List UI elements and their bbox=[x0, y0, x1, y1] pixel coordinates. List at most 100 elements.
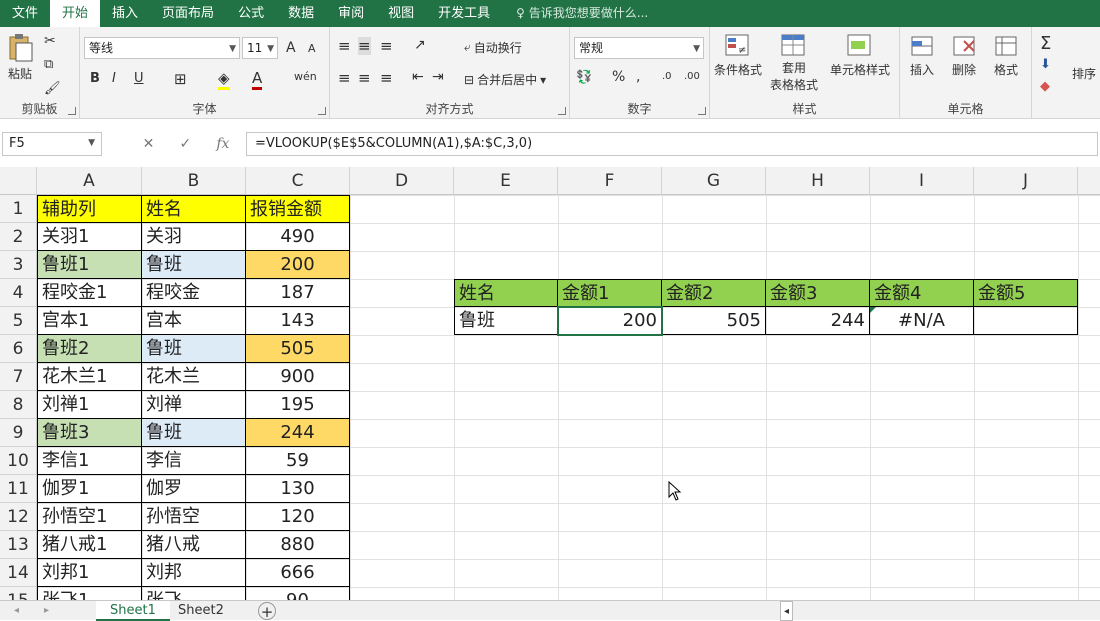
cell-c14[interactable]: 666 bbox=[246, 559, 350, 587]
sort-button[interactable]: 排序 bbox=[1072, 65, 1096, 82]
tab-data[interactable]: 数据 bbox=[276, 0, 326, 27]
cell-b3[interactable]: 鲁班 bbox=[142, 251, 246, 279]
cell-c4[interactable]: 187 bbox=[246, 279, 350, 307]
align-middle-icon[interactable]: ≡ bbox=[358, 37, 371, 55]
cell-a10[interactable]: 李信1 bbox=[37, 447, 142, 475]
cell-a1[interactable]: 辅助列 bbox=[37, 195, 142, 223]
bold-button[interactable]: B bbox=[90, 71, 100, 86]
cell-j5[interactable] bbox=[974, 307, 1078, 335]
tab-developer[interactable]: 开发工具 bbox=[426, 0, 502, 27]
accounting-icon[interactable]: 💱 bbox=[576, 70, 592, 85]
clipboard-launcher-icon[interactable] bbox=[68, 107, 76, 115]
column-header-k[interactable] bbox=[1078, 167, 1100, 195]
phonetic-icon[interactable]: wén bbox=[294, 70, 317, 83]
cell-c12[interactable]: 120 bbox=[246, 503, 350, 531]
cell-b4[interactable]: 程咬金 bbox=[142, 279, 246, 307]
cell-a2[interactable]: 关羽1 bbox=[37, 223, 142, 251]
cell-c8[interactable]: 195 bbox=[246, 391, 350, 419]
cell-b8[interactable]: 刘禅 bbox=[142, 391, 246, 419]
cancel-icon[interactable]: ✕ bbox=[143, 136, 155, 152]
cell-e5[interactable]: 鲁班 bbox=[454, 307, 558, 335]
column-header-b[interactable]: B bbox=[142, 167, 246, 195]
sheet-tab-sheet1[interactable]: Sheet1 bbox=[96, 601, 170, 621]
cell-a15[interactable]: 张飞1 bbox=[37, 587, 142, 600]
cell-f4[interactable]: 金额1 bbox=[558, 279, 662, 307]
copy-icon[interactable]: ⧉ bbox=[44, 57, 53, 72]
cell-b7[interactable]: 花木兰 bbox=[142, 363, 246, 391]
cell-b13[interactable]: 猪八戒 bbox=[142, 531, 246, 559]
cell-b11[interactable]: 伽罗 bbox=[142, 475, 246, 503]
cell-a8[interactable]: 刘禅1 bbox=[37, 391, 142, 419]
column-header-a[interactable]: A bbox=[37, 167, 142, 195]
tab-page-layout[interactable]: 页面布局 bbox=[150, 0, 226, 27]
cell-c6[interactable]: 505 bbox=[246, 335, 350, 363]
increase-decimal-icon[interactable]: .0 bbox=[662, 71, 672, 82]
row-header-8[interactable]: 8 bbox=[0, 391, 37, 419]
paste-button[interactable]: 粘贴 bbox=[6, 33, 34, 82]
align-bottom-icon[interactable]: ≡ bbox=[380, 37, 393, 55]
format-cells-button[interactable]: 格式 bbox=[992, 33, 1020, 78]
underline-button[interactable]: U bbox=[134, 71, 144, 86]
row-header-1[interactable]: 1 bbox=[0, 195, 37, 223]
cell-a4[interactable]: 程咬金1 bbox=[37, 279, 142, 307]
font-color-icon[interactable]: A bbox=[252, 69, 263, 90]
column-header-i[interactable]: I bbox=[870, 167, 974, 195]
row-header-7[interactable]: 7 bbox=[0, 363, 37, 391]
column-header-j[interactable]: J bbox=[974, 167, 1078, 195]
row-header-6[interactable]: 6 bbox=[0, 335, 37, 363]
column-header-c[interactable]: C bbox=[246, 167, 350, 195]
cell-b15[interactable]: 张飞 bbox=[142, 587, 246, 600]
cell-a3[interactable]: 鲁班1 bbox=[37, 251, 142, 279]
column-header-d[interactable]: D bbox=[350, 167, 454, 195]
cell-c15[interactable]: 90 bbox=[246, 587, 350, 600]
cell-i4[interactable]: 金额4 bbox=[870, 279, 974, 307]
cell-b5[interactable]: 宫本 bbox=[142, 307, 246, 335]
cell-j4[interactable]: 金额5 bbox=[974, 279, 1078, 307]
fill-color-icon[interactable]: ◈ bbox=[218, 69, 230, 90]
row-header-2[interactable]: 2 bbox=[0, 223, 37, 251]
insert-cells-button[interactable]: 插入 bbox=[908, 33, 936, 78]
worksheet-grid[interactable]: ABCDEFGHIJ123456789101112131415辅助列姓名报销金额… bbox=[0, 167, 1100, 600]
cell-c2[interactable]: 490 bbox=[246, 223, 350, 251]
conditional-format-button[interactable]: ≠ 条件格式 bbox=[714, 33, 762, 78]
cell-h5[interactable]: 244 bbox=[766, 307, 870, 335]
tell-me-box[interactable]: ♀ 告诉我您想要做什么... bbox=[502, 0, 660, 27]
cell-b2[interactable]: 关羽 bbox=[142, 223, 246, 251]
shrink-font-button[interactable]: A bbox=[308, 42, 316, 55]
decrease-decimal-icon[interactable]: .00 bbox=[684, 71, 700, 82]
cell-b1[interactable]: 姓名 bbox=[142, 195, 246, 223]
insert-function-button[interactable]: fx bbox=[216, 136, 229, 152]
cell-g4[interactable]: 金额2 bbox=[662, 279, 766, 307]
cell-c13[interactable]: 880 bbox=[246, 531, 350, 559]
cell-e4[interactable]: 姓名 bbox=[454, 279, 558, 307]
comma-button[interactable]: , bbox=[636, 69, 640, 85]
row-header-13[interactable]: 13 bbox=[0, 531, 37, 559]
cell-b6[interactable]: 鲁班 bbox=[142, 335, 246, 363]
next-sheet-icon[interactable]: ▸ bbox=[40, 601, 53, 621]
row-header-15[interactable]: 15 bbox=[0, 587, 37, 600]
cell-a12[interactable]: 孙悟空1 bbox=[37, 503, 142, 531]
merge-center-button[interactable]: ⊟ 合并后居中 ▾ bbox=[464, 71, 546, 88]
font-launcher-icon[interactable] bbox=[318, 107, 326, 115]
tab-insert[interactable]: 插入 bbox=[100, 0, 150, 27]
cell-c7[interactable]: 900 bbox=[246, 363, 350, 391]
cell-a6[interactable]: 鲁班2 bbox=[37, 335, 142, 363]
cell-b14[interactable]: 刘邦 bbox=[142, 559, 246, 587]
cell-c9[interactable]: 244 bbox=[246, 419, 350, 447]
cell-styles-button[interactable]: 单元格样式 bbox=[830, 33, 890, 78]
cell-a11[interactable]: 伽罗1 bbox=[37, 475, 142, 503]
cell-c10[interactable]: 59 bbox=[246, 447, 350, 475]
number-launcher-icon[interactable] bbox=[698, 107, 706, 115]
cell-a7[interactable]: 花木兰1 bbox=[37, 363, 142, 391]
sheet-tab-sheet2[interactable]: Sheet2 bbox=[164, 601, 238, 621]
align-right-icon[interactable]: ≡ bbox=[380, 69, 393, 87]
cell-a5[interactable]: 宫本1 bbox=[37, 307, 142, 335]
cell-b12[interactable]: 孙悟空 bbox=[142, 503, 246, 531]
fill-down-icon[interactable]: ⬇ bbox=[1040, 57, 1051, 72]
cell-c3[interactable]: 200 bbox=[246, 251, 350, 279]
add-sheet-button[interactable]: + bbox=[258, 602, 276, 621]
row-header-4[interactable]: 4 bbox=[0, 279, 37, 307]
enter-icon[interactable]: ✓ bbox=[179, 136, 191, 152]
cell-g5[interactable]: 505 bbox=[662, 307, 766, 335]
decrease-indent-icon[interactable]: ⇤ bbox=[412, 69, 424, 85]
